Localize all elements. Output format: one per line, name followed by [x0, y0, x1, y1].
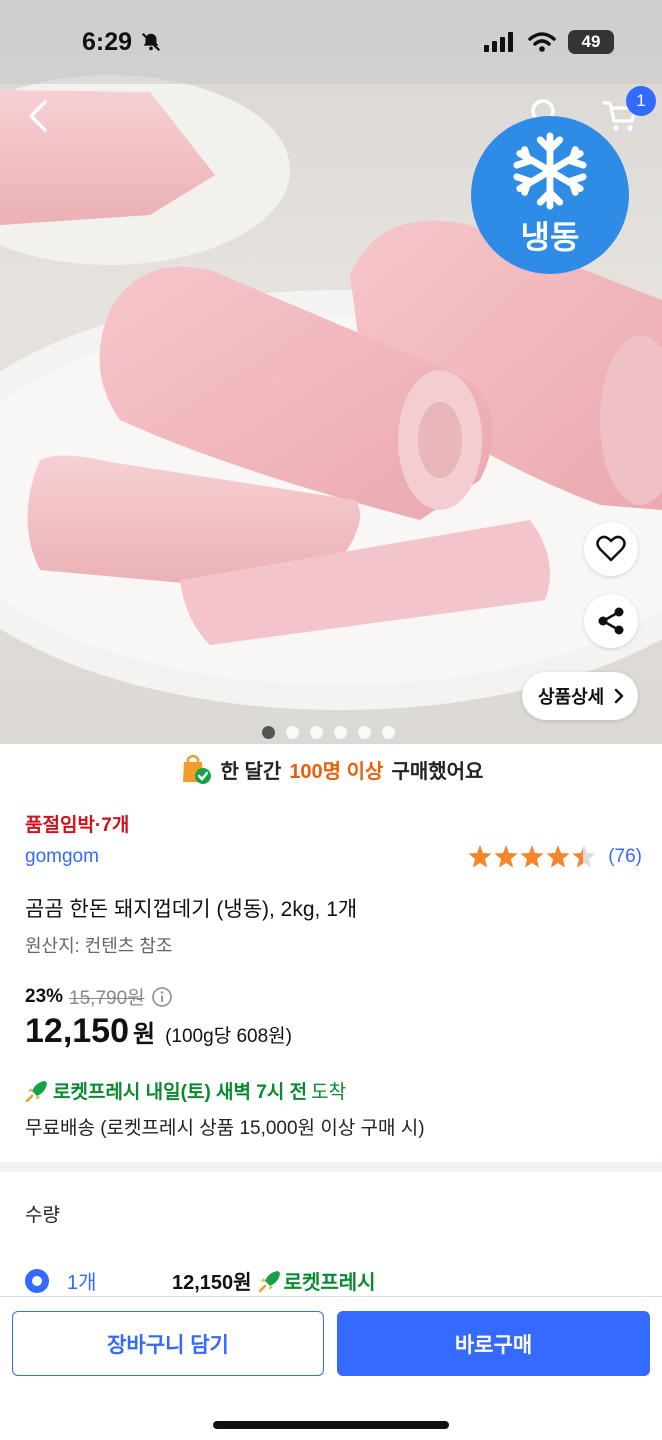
- banner-suffix: 구매했어요: [391, 760, 484, 783]
- cart-count-badge: 1: [626, 86, 656, 116]
- status-indicators: 49: [484, 30, 614, 54]
- product-detail-label: 상품상세: [538, 687, 605, 707]
- banner-highlight: 100명 이상: [289, 760, 384, 783]
- wishlist-button[interactable]: [584, 522, 638, 576]
- rating[interactable]: (76): [468, 844, 642, 870]
- clock: 6:29: [82, 27, 133, 56]
- brand-link[interactable]: gomgom: [25, 846, 99, 868]
- add-to-cart-button[interactable]: 장바구니 담기: [12, 1311, 324, 1376]
- chevron-right-icon: [615, 688, 624, 704]
- quantity-option[interactable]: 1개 12,150원 로켓프레시: [25, 1266, 376, 1295]
- stock-status: 품절임박·7개: [25, 815, 130, 836]
- snowflake-icon: [513, 132, 587, 210]
- banner-prefix: 한 달간: [220, 760, 282, 783]
- purchase-count-banner: 한 달간 100명 이상 구매했어요: [0, 746, 662, 792]
- product-detail-button[interactable]: 상품상세: [522, 672, 639, 720]
- product-title: 곰곰 한돈 돼지껍데기 (냉동), 2kg, 1개: [25, 898, 358, 921]
- shipping-info: 무료배송 (로켓프레시 상품 15,000원 이상 구매 시): [25, 1118, 425, 1139]
- carousel-dot[interactable]: [286, 726, 299, 739]
- sale-price: 12,150: [25, 1012, 129, 1050]
- option-price: 12,150원: [172, 1272, 252, 1294]
- frozen-label: 냉동: [520, 219, 580, 255]
- status-time: 6:29: [82, 28, 162, 57]
- status-bar: 6:29 49: [0, 0, 662, 84]
- share-button[interactable]: [584, 594, 638, 648]
- price-row: 12,150 원 (100g당 608원): [25, 1012, 292, 1051]
- original-price: 15,790원: [69, 988, 145, 1009]
- star-rating-icon: [468, 845, 596, 868]
- home-indicator[interactable]: [213, 1421, 449, 1429]
- product-image[interactable]: 6:29 49 1 냉동 상품상세: [0, 0, 662, 744]
- back-button[interactable]: [20, 98, 56, 134]
- heart-icon: [596, 535, 626, 562]
- frozen-badge: 냉동: [471, 116, 629, 274]
- option-rocket-badge: 로켓프레시: [258, 1266, 376, 1295]
- info-icon[interactable]: [151, 986, 173, 1008]
- silent-bell-icon: [141, 32, 161, 52]
- carousel-dot[interactable]: [382, 726, 395, 739]
- carousel-dot[interactable]: [334, 726, 347, 739]
- unit-price: (100g당 608원): [165, 1026, 292, 1047]
- option-count: 1개: [67, 1272, 97, 1294]
- discount-row: 23% 15,790원: [25, 983, 173, 1010]
- wifi-icon: [528, 32, 556, 52]
- delivery-suffix: 도착: [311, 1082, 347, 1103]
- section-divider: [0, 1162, 662, 1172]
- bottom-action-bar: 장바구니 담기 바로구매: [0, 1296, 662, 1440]
- share-icon: [598, 607, 624, 635]
- carousel-dot[interactable]: [310, 726, 323, 739]
- signal-icon: [484, 32, 513, 52]
- shopping-bag-check-icon: [182, 754, 211, 784]
- carousel-dots[interactable]: [262, 726, 395, 739]
- delivery-eta: 로켓프레시 내일(토) 새벽 7시 전: [53, 1082, 308, 1103]
- origin-info: 원산지: 컨텐츠 참조: [25, 936, 173, 956]
- rocket-fresh-label: 로켓프레시: [283, 1272, 376, 1294]
- quantity-label: 수량: [25, 1205, 60, 1226]
- battery-icon: 49: [568, 30, 614, 54]
- rocket-icon: [25, 1080, 47, 1102]
- option-radio[interactable]: [25, 1268, 49, 1293]
- carousel-dot[interactable]: [358, 726, 371, 739]
- delivery-info: 로켓프레시 내일(토) 새벽 7시 전 도착: [25, 1077, 346, 1104]
- price-currency: 원: [133, 1021, 156, 1048]
- review-count[interactable]: (76): [608, 846, 642, 868]
- discount-rate: 23%: [25, 985, 64, 1007]
- buy-now-button[interactable]: 바로구매: [337, 1311, 650, 1376]
- chevron-left-icon: [29, 100, 47, 132]
- rocket-icon: [258, 1270, 280, 1292]
- carousel-dot[interactable]: [262, 726, 275, 739]
